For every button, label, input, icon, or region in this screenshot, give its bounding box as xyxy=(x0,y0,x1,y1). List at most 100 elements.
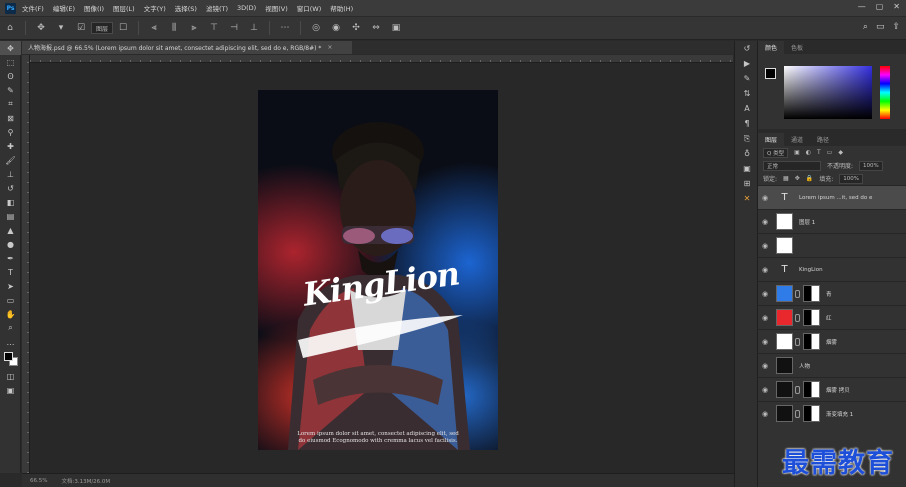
maximize-icon[interactable]: ▢ xyxy=(876,2,884,11)
poster-artwork[interactable]: KingLion Lorem ipsum dolor sit amet, con… xyxy=(258,90,498,450)
tab-layers[interactable]: 图层 xyxy=(758,133,785,146)
saturation-brightness-field[interactable] xyxy=(784,66,872,119)
hue-slider[interactable] xyxy=(880,66,890,119)
visibility-eye-icon[interactable]: ◉ xyxy=(758,386,772,394)
pen-tool-icon[interactable]: ✒ xyxy=(0,251,21,265)
screen-mode-icon[interactable]: ▣ xyxy=(0,383,21,397)
tool-presets-icon[interactable]: ✕ xyxy=(735,191,759,206)
menu-help[interactable]: 帮助(H) xyxy=(330,3,353,13)
quick-select-tool-icon[interactable]: ✎ xyxy=(0,83,21,97)
menu-view[interactable]: 视图(V) xyxy=(265,3,288,13)
foreground-color-swatch[interactable] xyxy=(765,68,776,79)
align-bottom-icon[interactable]: ⊥ xyxy=(247,21,261,35)
layer-mask-thumbnail[interactable] xyxy=(803,285,820,302)
filter-smart-icon[interactable]: ◆ xyxy=(838,149,843,156)
clone-source-icon[interactable]: ⎘ xyxy=(735,131,759,146)
libraries-icon[interactable]: ▣ xyxy=(735,161,759,176)
3d-slide-icon[interactable]: ⇔ xyxy=(369,21,383,35)
visibility-eye-icon[interactable]: ◉ xyxy=(758,194,772,202)
distribute-icon[interactable]: ⋯ xyxy=(278,21,292,35)
filter-adjust-icon[interactable]: ◐ xyxy=(806,149,811,156)
visibility-eye-icon[interactable]: ◉ xyxy=(758,410,772,418)
minimize-icon[interactable]: — xyxy=(858,2,866,11)
visibility-eye-icon[interactable]: ◉ xyxy=(758,290,772,298)
crop-tool-icon[interactable]: ⌗ xyxy=(0,97,21,111)
menu-file[interactable]: 文件(F) xyxy=(22,3,44,13)
healing-brush-tool-icon[interactable]: ✚ xyxy=(0,139,21,153)
visibility-eye-icon[interactable]: ◉ xyxy=(758,338,772,346)
hand-tool-icon[interactable]: ✋ xyxy=(0,307,21,321)
document-tab[interactable]: 人物海报.psd @ 66.5% (Lorem ipsum dolor sit … xyxy=(22,41,352,54)
history-icon[interactable]: ↺ xyxy=(735,41,759,56)
lock-all-icon[interactable]: 🔒 xyxy=(806,175,813,182)
blur-tool-icon[interactable]: ▲ xyxy=(0,223,21,237)
paragraph-icon[interactable]: ¶ xyxy=(735,116,759,131)
auto-select-checkbox[interactable]: ☑ xyxy=(74,21,88,35)
dodge-tool-icon[interactable]: ● xyxy=(0,237,21,251)
menu-image[interactable]: 图像(I) xyxy=(84,3,104,13)
tab-paths[interactable]: 路径 xyxy=(810,133,836,146)
3d-orbit-icon[interactable]: ◎ xyxy=(309,21,323,35)
close-icon[interactable]: ✕ xyxy=(893,2,900,11)
glyphs-icon[interactable]: ♁ xyxy=(735,146,759,161)
menu-layer[interactable]: 图层(L) xyxy=(113,3,135,13)
menu-window[interactable]: 窗口(W) xyxy=(297,3,322,13)
layer-row[interactable]: ◉ 烟雾 xyxy=(758,329,906,353)
workspace-icon[interactable]: ▭ xyxy=(876,22,885,32)
layer-row[interactable]: ◉ 烟雾 拷贝 xyxy=(758,377,906,401)
align-left-icon[interactable]: ⫷ xyxy=(147,21,161,35)
tab-swatches[interactable]: 色板 xyxy=(784,41,810,54)
move-tool-icon[interactable]: ✥ xyxy=(0,41,21,55)
layer-mask-thumbnail[interactable] xyxy=(803,333,820,350)
gradient-tool-icon[interactable]: ▤ xyxy=(0,209,21,223)
menu-3d[interactable]: 3D(D) xyxy=(237,4,256,12)
filter-type-icon[interactable]: T xyxy=(817,149,821,156)
adjustments-icon[interactable]: ⇅ xyxy=(735,86,759,101)
layer-mask-thumbnail[interactable] xyxy=(803,309,820,326)
search-icon[interactable]: ⌕ xyxy=(863,22,868,32)
align-right-icon[interactable]: ⫸ xyxy=(187,21,201,35)
tab-color[interactable]: 颜色 xyxy=(758,41,785,54)
type-tool-icon[interactable]: T xyxy=(0,265,21,279)
filter-pixel-icon[interactable]: ▣ xyxy=(794,149,800,156)
transform-controls-icon[interactable]: ☐ xyxy=(116,21,130,35)
blend-mode-dropdown[interactable]: 正常 xyxy=(763,160,821,171)
color-swatches[interactable] xyxy=(0,349,21,369)
horizontal-ruler[interactable] xyxy=(30,55,733,63)
visibility-eye-icon[interactable]: ◉ xyxy=(758,266,772,274)
move-icon[interactable]: ✥ xyxy=(34,21,48,35)
menu-select[interactable]: 选择(S) xyxy=(175,3,197,13)
filter-shape-icon[interactable]: ▭ xyxy=(827,149,833,156)
actions-play-icon[interactable]: ▶ xyxy=(735,56,759,71)
path-select-tool-icon[interactable]: ➤ xyxy=(0,279,21,293)
layer-filter-dropdown[interactable]: Q 类型 xyxy=(763,147,789,158)
auto-select-dropdown[interactable]: 图层 xyxy=(91,22,114,34)
fill-input[interactable]: 100% xyxy=(839,173,863,184)
visibility-eye-icon[interactable]: ◉ xyxy=(758,218,772,226)
quick-mask-icon[interactable]: ◫ xyxy=(0,369,21,383)
brush-settings-icon[interactable]: ✎ xyxy=(735,71,759,86)
lasso-tool-icon[interactable]: ʘ xyxy=(0,69,21,83)
brush-tool-icon[interactable]: 🖌 xyxy=(0,153,21,167)
visibility-eye-icon[interactable]: ◉ xyxy=(758,314,772,322)
layer-row[interactable]: ◉ T KingLion xyxy=(758,257,906,281)
3d-roll-icon[interactable]: ◉ xyxy=(329,21,343,35)
foreground-color-swatch[interactable] xyxy=(4,352,13,361)
properties-icon[interactable]: ⊞ xyxy=(735,176,759,191)
layer-row[interactable]: ◉ 人物 xyxy=(758,353,906,377)
clone-stamp-tool-icon[interactable]: ⊥ xyxy=(0,167,21,181)
align-middle-icon[interactable]: ⊣ xyxy=(227,21,241,35)
eyedropper-tool-icon[interactable]: ⚲ xyxy=(0,125,21,139)
menu-type[interactable]: 文字(Y) xyxy=(144,3,166,13)
layer-row[interactable]: ◉ 渐变填充 1 xyxy=(758,401,906,425)
3d-scale-icon[interactable]: ▣ xyxy=(389,21,403,35)
opacity-input[interactable]: 100% xyxy=(859,160,883,171)
visibility-eye-icon[interactable]: ◉ xyxy=(758,242,772,250)
eraser-tool-icon[interactable]: ◧ xyxy=(0,195,21,209)
history-brush-tool-icon[interactable]: ↺ xyxy=(0,181,21,195)
character-icon[interactable]: A xyxy=(735,101,759,116)
align-center-icon[interactable]: ⫼ xyxy=(167,21,181,35)
layer-row[interactable]: ◉ 图层 1 xyxy=(758,209,906,233)
tab-channels[interactable]: 通道 xyxy=(784,133,810,146)
share-icon[interactable]: ⇪ xyxy=(892,22,900,32)
